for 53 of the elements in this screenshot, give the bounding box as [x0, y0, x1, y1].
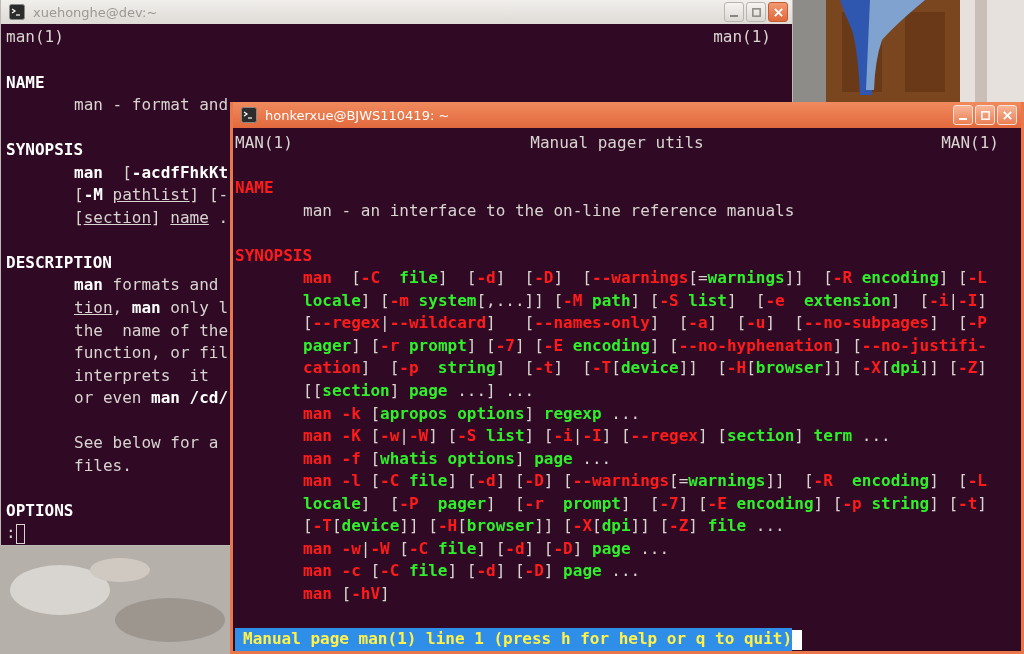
page-header: MAN(1)	[941, 132, 999, 154]
terminal-line: man -f [whatis options] page ...	[303, 448, 612, 468]
terminal-line: function, or fil	[74, 343, 229, 363]
terminal-line: See below for a	[74, 433, 219, 453]
page-header: man(1)	[6, 26, 64, 49]
section-heading: DESCRIPTION	[6, 252, 112, 272]
terminal-line: man [-hV]	[303, 583, 390, 603]
terminal-line: man [-acdfFhkKt	[74, 162, 229, 182]
maximize-icon	[750, 6, 762, 18]
terminal-line: [section] name .	[74, 207, 229, 227]
terminal-line: interprets it	[74, 365, 209, 385]
section-heading: SYNOPSIS	[235, 245, 313, 265]
section-heading: NAME	[235, 178, 274, 198]
terminal-line: man - an interface to the on-line reference manuals	[303, 200, 795, 220]
section-heading: NAME	[6, 72, 45, 92]
terminal-line: cation] [-p string] [-t] [-T[device]] [-H[browser]] [-X[dpi]] [-Z]	[303, 358, 987, 378]
terminal-line: the name of the	[74, 320, 229, 340]
terminal-line: pager] [-r prompt] [-7] [-E encoding] [--no-hyphenation] [--no-justifi-	[303, 335, 987, 355]
minimize-icon	[959, 117, 967, 120]
status-bar: Manual page man(1) line 1 (press h for help or q to quit)	[235, 628, 793, 651]
terminal-line: [[section] page ...] ...	[303, 381, 535, 400]
terminal-line: man formats and	[74, 275, 219, 295]
close-icon	[1001, 109, 1013, 121]
maximize-icon	[979, 109, 991, 121]
terminal-icon	[241, 107, 257, 123]
close-icon	[772, 6, 784, 18]
page-header: MAN(1)	[235, 132, 293, 154]
terminal-line: or even man /cd/	[74, 388, 229, 408]
terminal-line: tion, man only l	[74, 298, 229, 317]
terminal-line: man [-C file] [-d] [-D] [--warnings[=warnings]] [-R encoding] [-L	[303, 268, 987, 288]
terminal-line: [--regex|--wildcard] [--names-only] [-a] [-u] [--no-subpages] [-P	[303, 313, 987, 333]
terminal-line: locale] [-P pager] [-r prompt] [-7] [-E encoding] [-p string] [-t]	[303, 493, 987, 513]
terminal-line: [-T[device]] [-H[browser]] [-X[dpi]] [-Z] file ...	[303, 516, 785, 536]
terminal-line: [-M pathlist] [-	[74, 185, 229, 205]
terminal-icon	[9, 4, 25, 21]
page-header: man(1)	[713, 26, 771, 49]
section-heading: OPTIONS	[6, 500, 74, 520]
section-heading: SYNOPSIS	[6, 140, 84, 160]
terminal-line: man -l [-C file] [-d] [-D] [--warnings[=warnings]] [-R encoding] [-L	[303, 471, 987, 491]
text-cursor	[15, 523, 25, 544]
terminal-line: files.	[74, 455, 132, 475]
minimize-icon	[730, 14, 738, 17]
terminal-line: man -k [apropos options] regexp ...	[303, 403, 641, 423]
page-header: Manual pager utils	[530, 132, 704, 154]
window-title: honkerxue@BJWS110419: ~	[265, 107, 451, 123]
terminal-line: man -w|-W [-C file] [-d] [-D] page ...	[303, 538, 670, 558]
terminal-line: locale] [-m system[,...]] [-M path] [-S list] [-e extension] [-i|-I]	[303, 290, 987, 310]
text-cursor	[792, 629, 803, 650]
window-title: xuehonghe@dev:~	[33, 4, 159, 20]
terminal-line: man -K [-w|-W] [-S list] [-i|-I] [--regex] [section] term ...	[303, 426, 891, 446]
pager-prompt: :	[6, 523, 16, 543]
terminal-line: man - format and	[74, 95, 229, 115]
terminal-line: man -c [-C file] [-d] [-D] page ...	[303, 561, 641, 581]
